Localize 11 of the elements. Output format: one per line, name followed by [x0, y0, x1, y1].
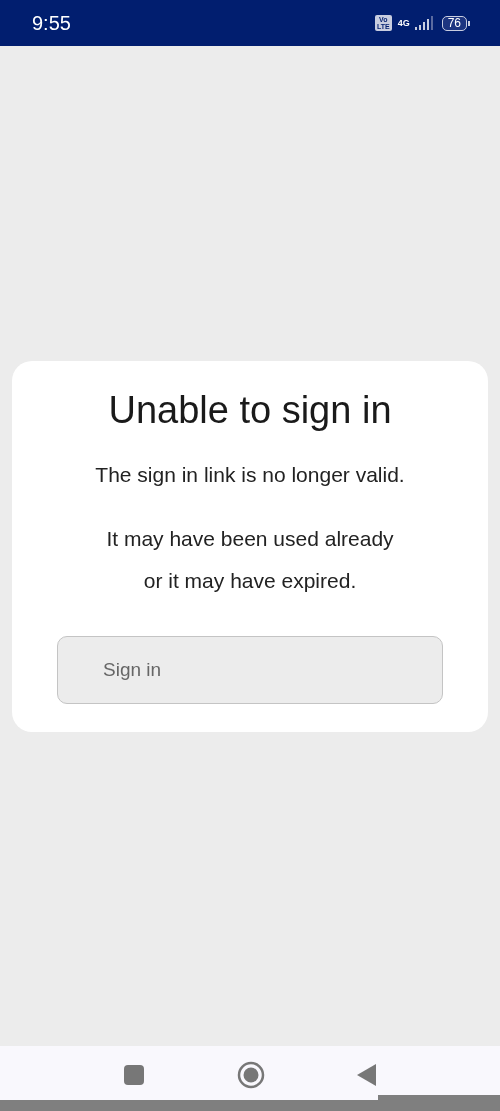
battery-level: 76 [441, 15, 467, 31]
clock: 9:55 [32, 11, 72, 35]
sign-in-button[interactable]: Sign in [57, 635, 443, 704]
message-text: It may have been used already or it may have expired. [105, 525, 395, 594]
signal-icon [413, 16, 436, 30]
back-button[interactable] [357, 1063, 377, 1087]
network-type: 4G [397, 18, 410, 28]
recents-button[interactable] [123, 1064, 145, 1086]
message-text: The sign in link is no longer valid. [95, 461, 405, 488]
card-title: Unable to sign in [108, 388, 392, 432]
home-button[interactable] [237, 1061, 265, 1089]
